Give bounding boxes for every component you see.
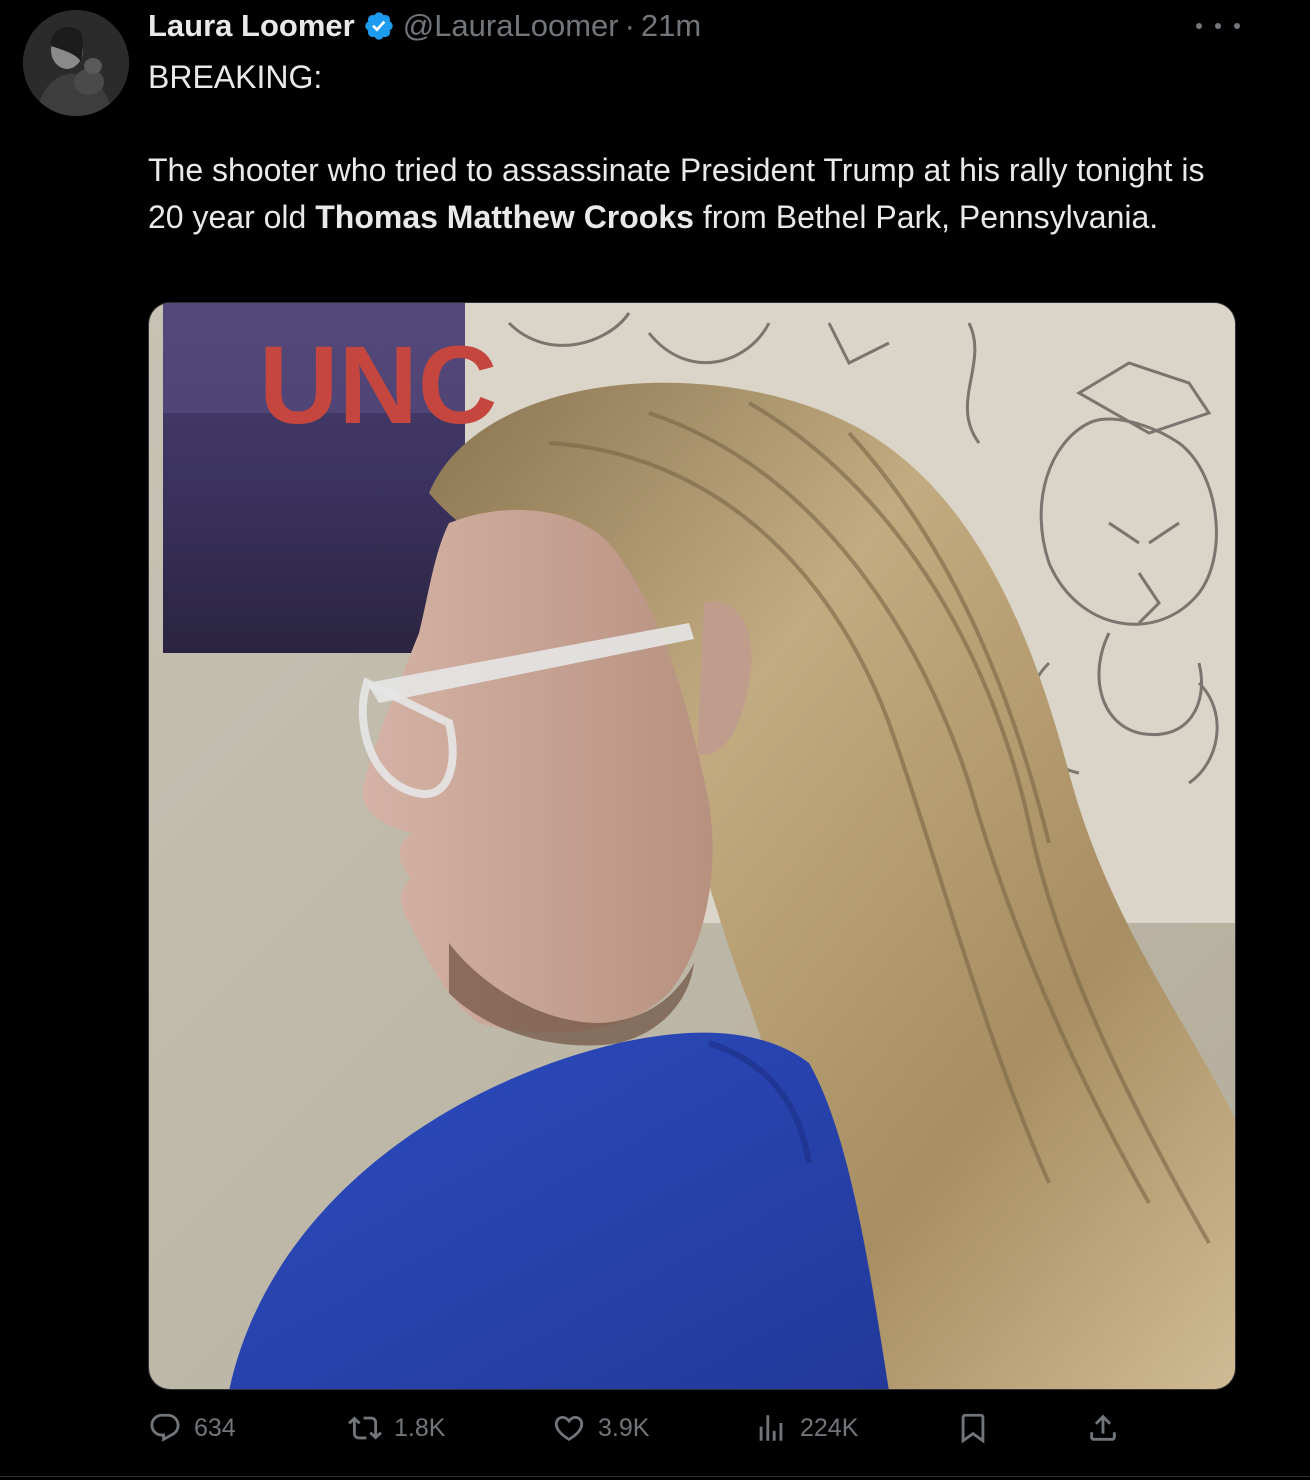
reply-count: 634	[194, 1413, 236, 1442]
tweet-header: Laura Loomer @LauraLoomer · 21m	[148, 6, 701, 46]
handle[interactable]: @LauraLoomer	[403, 8, 619, 44]
views-button[interactable]: 224K	[754, 1404, 858, 1452]
repost-button[interactable]: 1.8K	[348, 1404, 445, 1452]
reply-icon	[150, 1413, 180, 1442]
tweet[interactable]: Laura Loomer @LauraLoomer · 21m BREAKING…	[0, 0, 1310, 1480]
tweet-body-name: Thomas Matthew Crooks	[315, 198, 694, 235]
display-name[interactable]: Laura Loomer	[148, 8, 355, 44]
bookmark-icon	[961, 1413, 985, 1444]
tweet-photo[interactable]: UNC	[148, 302, 1236, 1390]
tweet-line-breaking: BREAKING:	[148, 59, 323, 95]
repost-icon	[348, 1416, 382, 1440]
reply-button[interactable]: 634	[148, 1404, 236, 1452]
bookmark-button[interactable]	[956, 1404, 990, 1452]
tweet-actions: 634 1.8K 3.9K 224K	[148, 1404, 1238, 1452]
more-dots-icon[interactable]	[1196, 14, 1240, 38]
timestamp[interactable]: 21m	[641, 8, 701, 44]
avatar[interactable]	[23, 10, 129, 116]
like-button[interactable]: 3.9K	[552, 1404, 649, 1452]
tweet-body: The shooter who tried to assassinate Pre…	[148, 147, 1238, 240]
separator-dot: ·	[624, 8, 635, 43]
share-button[interactable]	[1086, 1404, 1120, 1452]
share-icon	[1090, 1414, 1116, 1441]
views-chart-icon	[759, 1415, 783, 1441]
views-count: 224K	[800, 1413, 859, 1442]
verified-badge-icon	[363, 10, 395, 42]
like-count: 3.9K	[598, 1413, 650, 1442]
tweet-text: BREAKING: The shooter who tried to assas…	[148, 54, 1238, 240]
tweet-body-end: from Bethel Park, Pennsylvania.	[693, 198, 1159, 235]
poster-title: UNC	[259, 324, 497, 447]
repost-count: 1.8K	[394, 1413, 446, 1442]
divider	[0, 1476, 1310, 1477]
heart-icon	[554, 1415, 584, 1441]
